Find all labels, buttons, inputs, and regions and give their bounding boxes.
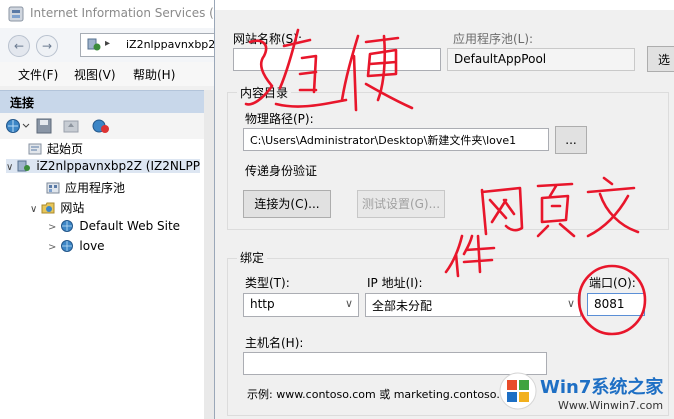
win7-watermark: Win7系统之家 Www.Winwin7.com [454,369,674,419]
handwriting-sui [244,28,348,108]
handwritten-annotations [244,28,647,336]
handwriting-bian [340,34,414,112]
watermark-brand: Win7系统之家 [540,377,664,398]
watermark-url: Www.Winwin7.com [558,399,664,412]
handwriting-wangye [444,176,640,278]
port-highlight-circle [577,264,647,336]
win7-logo-icon [499,372,537,410]
